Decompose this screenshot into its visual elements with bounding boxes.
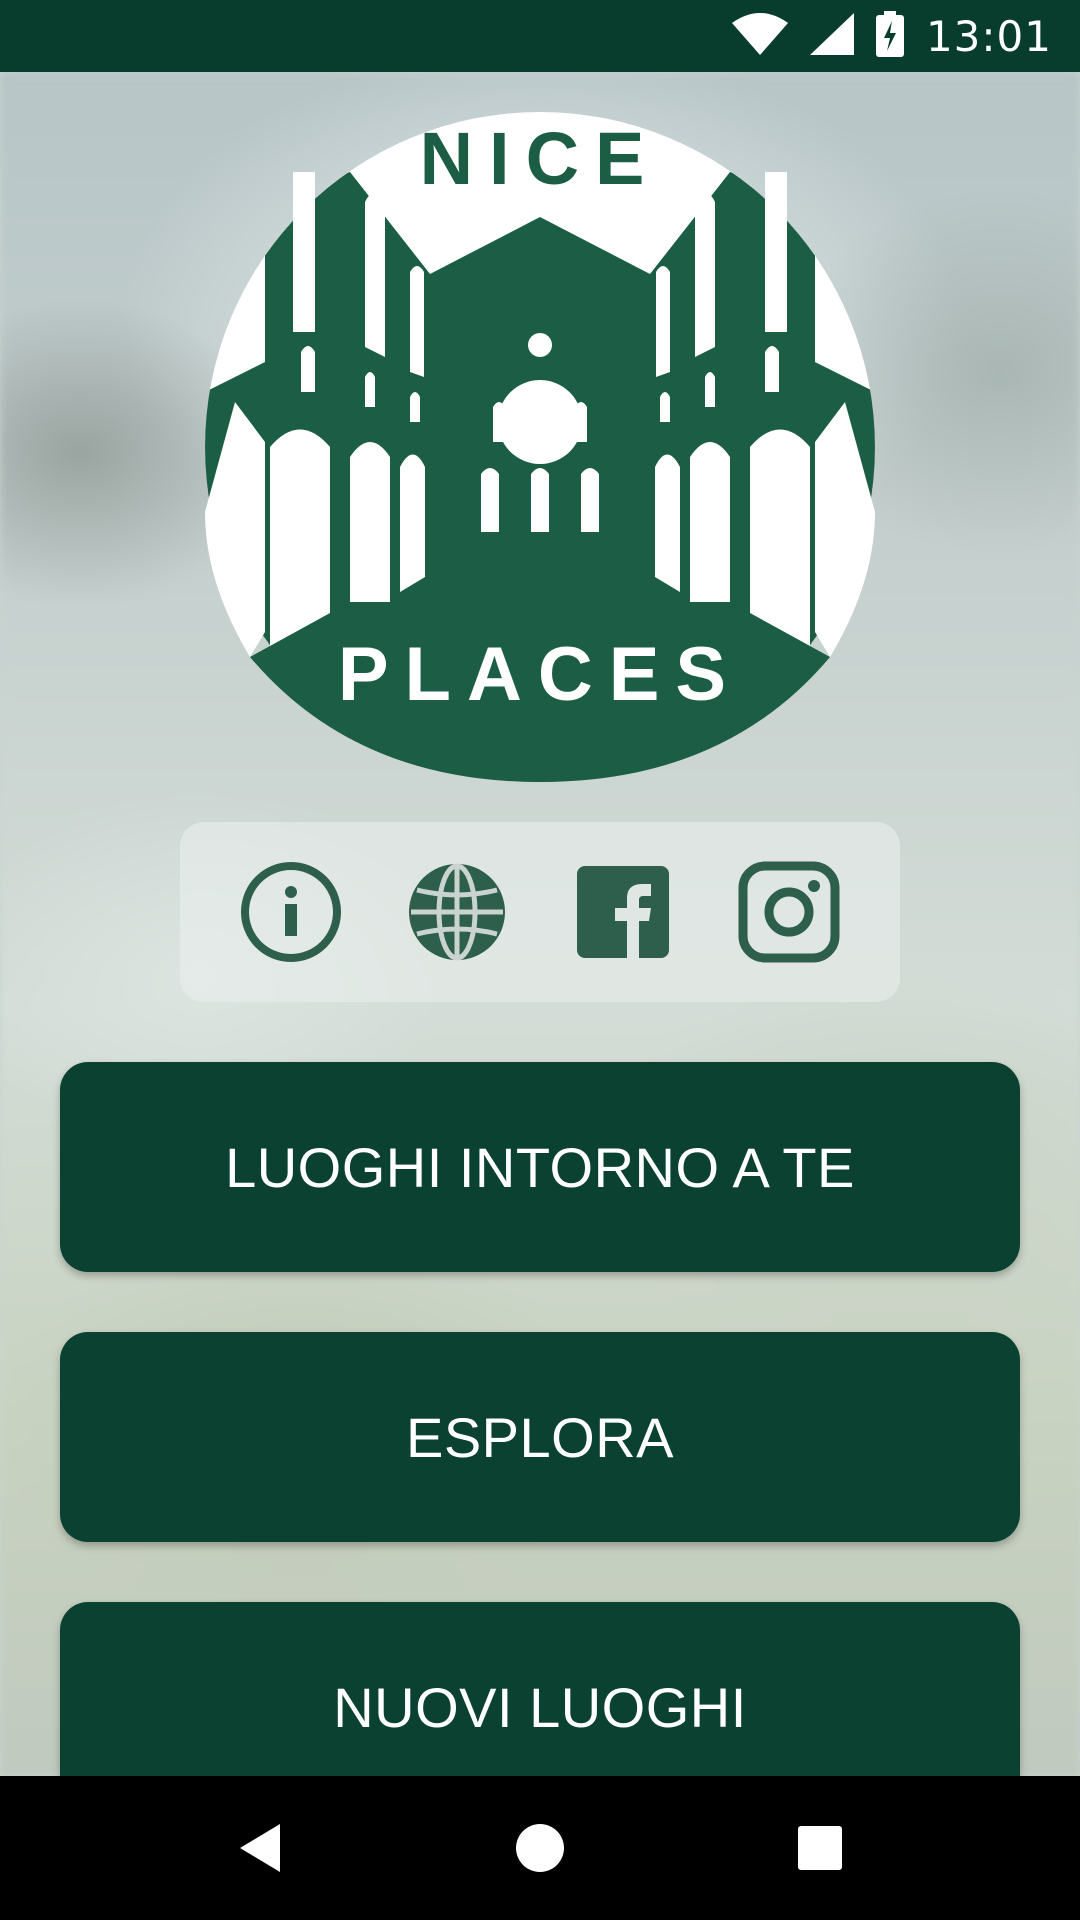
- logo-bottom-text: PLACES: [338, 632, 742, 717]
- battery-charging-icon: [875, 10, 904, 62]
- explore-button[interactable]: ESPLORA: [60, 1332, 1020, 1542]
- facebook-icon[interactable]: [571, 860, 675, 964]
- status-time: 13:01: [925, 11, 1052, 61]
- globe-icon[interactable]: [405, 860, 509, 964]
- info-icon[interactable]: [239, 860, 343, 964]
- social-links-box: [180, 822, 900, 1002]
- back-icon[interactable]: [220, 1808, 300, 1888]
- nice-places-logo: NICE PLACES: [205, 112, 875, 782]
- cell-signal-icon: [809, 12, 854, 60]
- logo-top-text: NICE: [420, 117, 661, 200]
- recents-icon[interactable]: [780, 1808, 860, 1888]
- instagram-icon[interactable]: [737, 860, 841, 964]
- status-bar: 13:01: [0, 0, 1080, 72]
- wifi-icon: [731, 12, 788, 60]
- navigation-bar: [0, 1776, 1080, 1920]
- home-icon[interactable]: [500, 1808, 580, 1888]
- nearby-places-button[interactable]: LUOGHI INTORNO A TE: [60, 1062, 1020, 1272]
